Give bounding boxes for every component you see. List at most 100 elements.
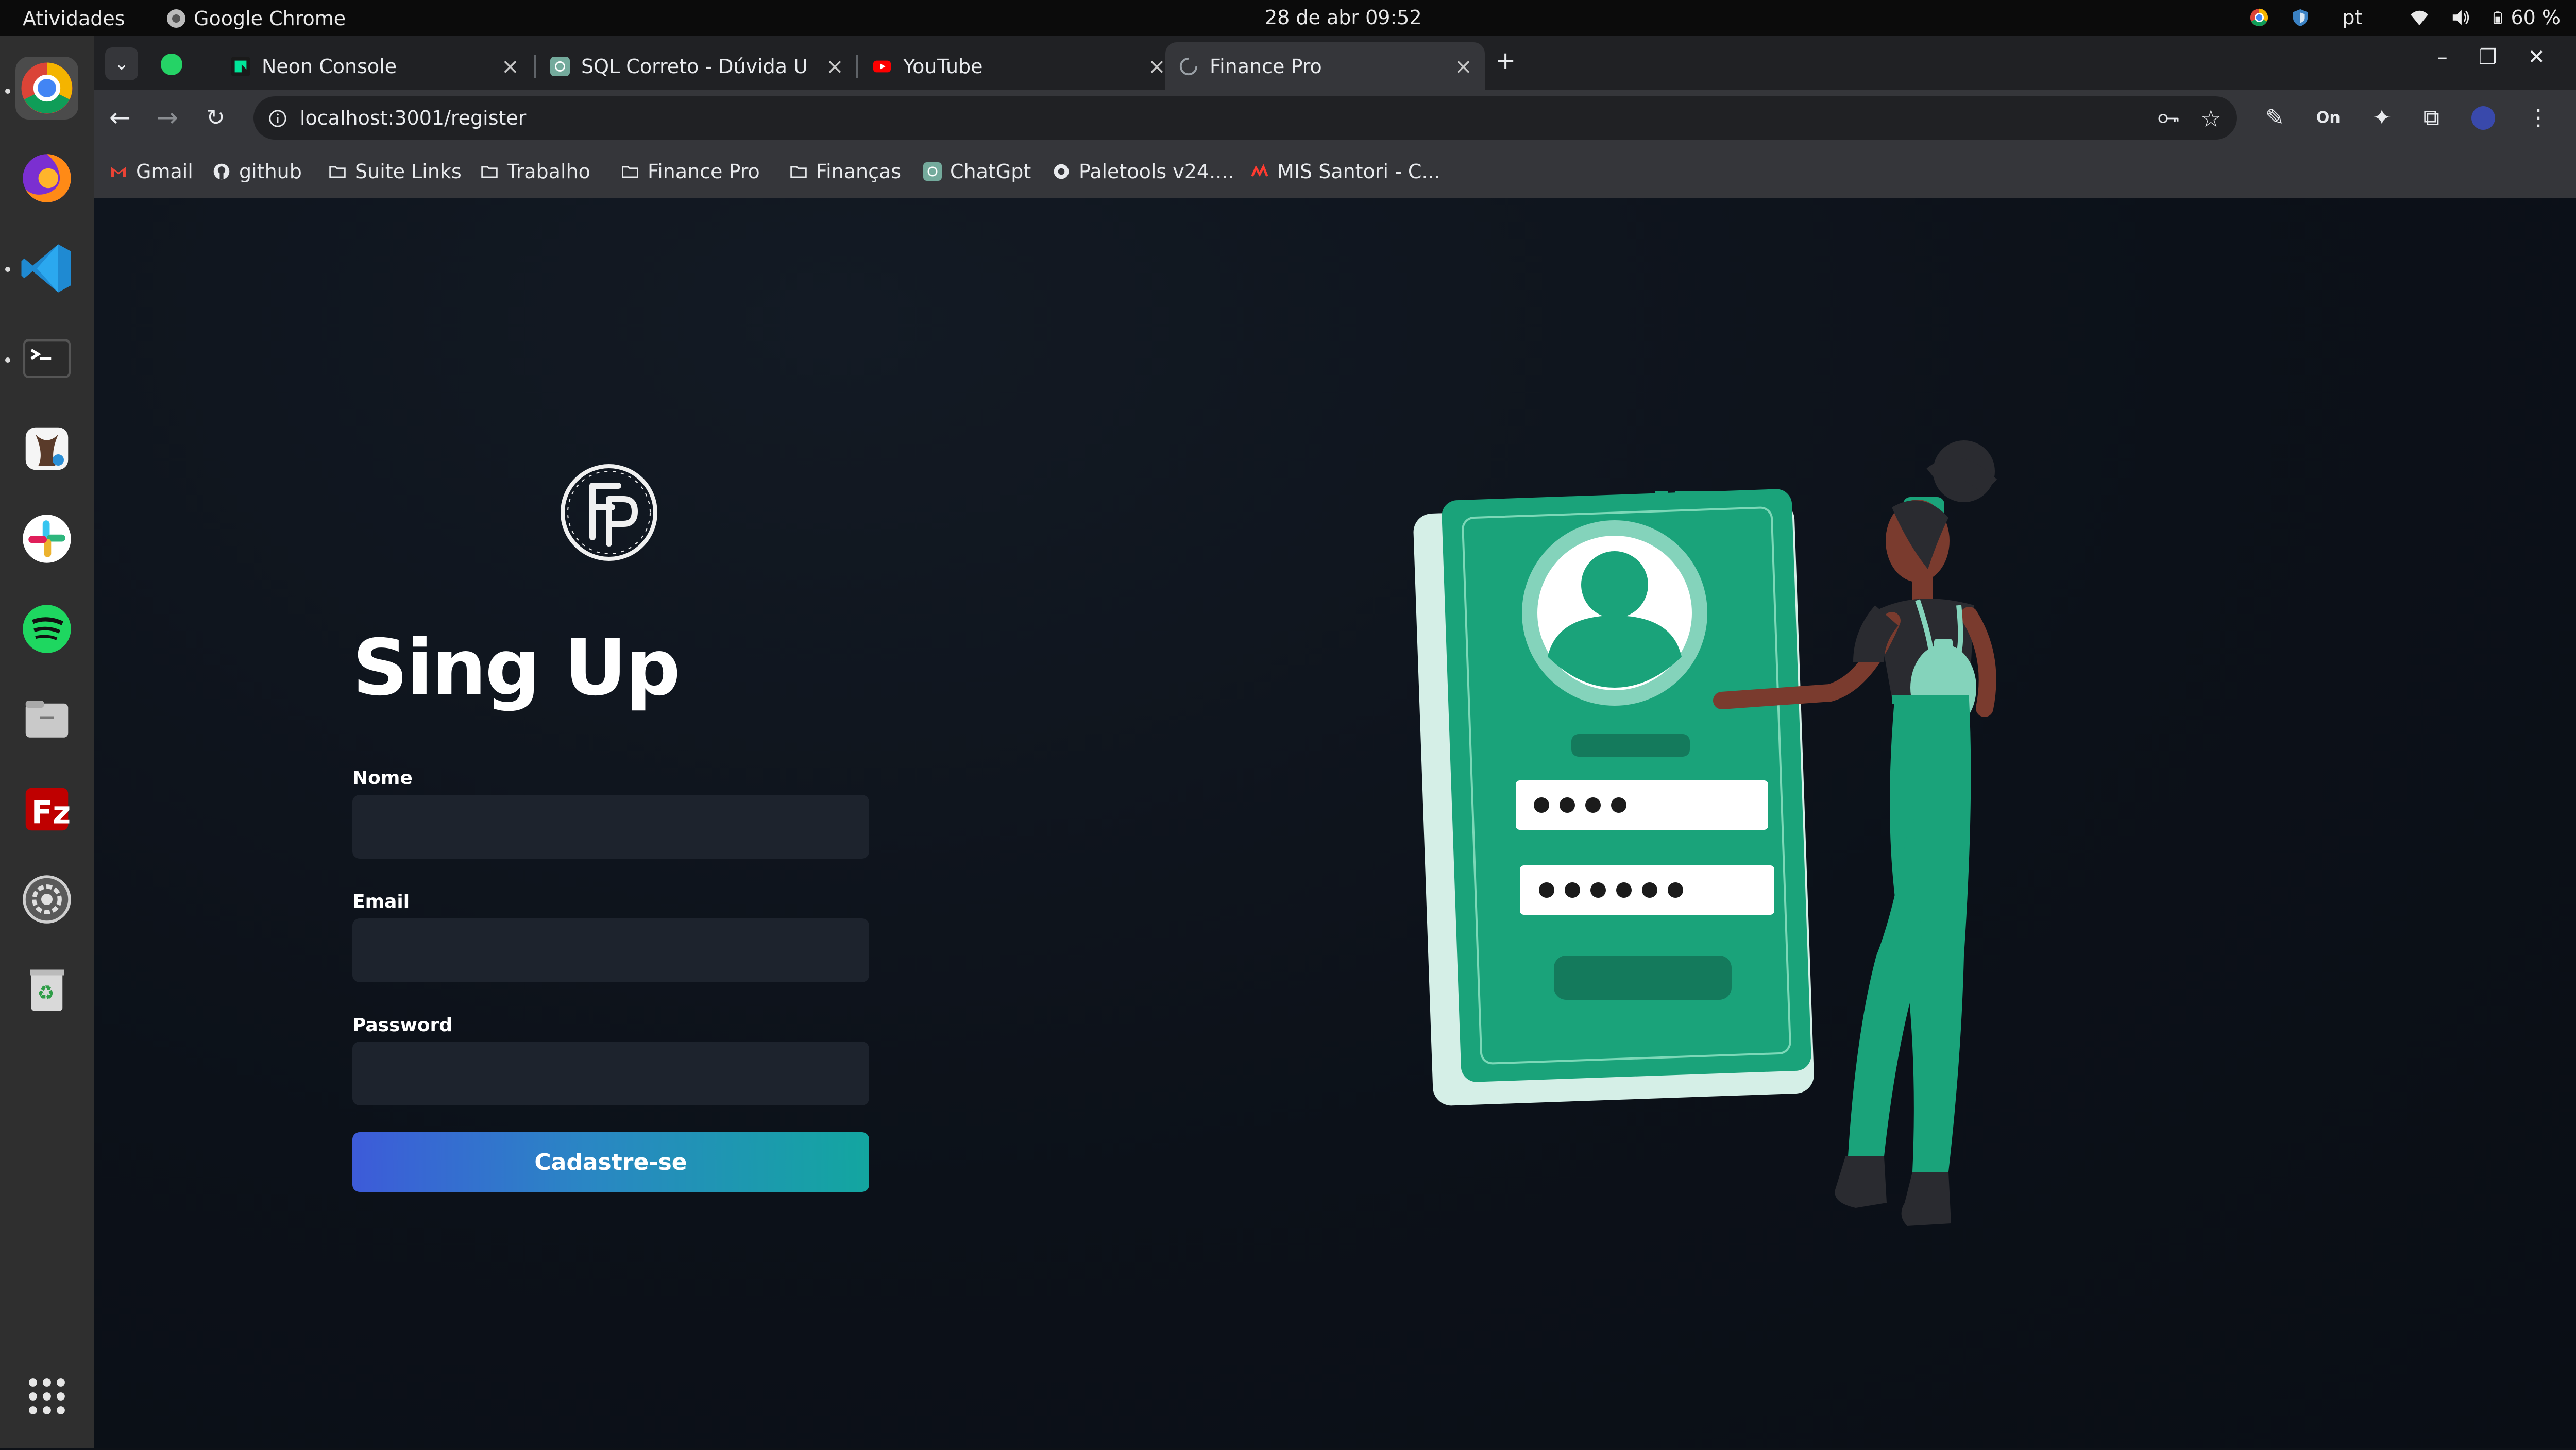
- filezilla-icon: Fz: [25, 788, 71, 831]
- vscode-icon: [21, 244, 71, 293]
- restore-icon[interactable]: ❐: [2479, 45, 2497, 69]
- tab-strip: ⌄ Neon Console × SQL Correto - Dúvida Us…: [94, 36, 2576, 90]
- beekeeper-icon: [25, 427, 69, 470]
- close-tab-icon[interactable]: ×: [501, 54, 519, 79]
- dock-trash[interactable]: ♻: [15, 958, 78, 1021]
- system-top-bar: Atividades Google Chrome 28 de abr 09:52…: [0, 0, 2576, 36]
- tab-title: YouTube: [903, 55, 983, 78]
- chrome-icon: [21, 62, 73, 114]
- page-title: Sing Up: [352, 623, 681, 713]
- chatgpt-icon: [550, 56, 570, 76]
- url-text: localhost:3001/register: [300, 107, 527, 129]
- tab-title: Neon Console: [262, 55, 397, 78]
- battery-percent: 60 %: [2511, 6, 2561, 29]
- bookmark-mis-santori[interactable]: MIS Santori - C...: [1250, 160, 1440, 183]
- whatsapp-pinned-tab-icon[interactable]: [161, 54, 182, 75]
- slack-icon: [23, 515, 71, 563]
- email-input[interactable]: [352, 918, 869, 982]
- svg-text:Fz: Fz: [31, 795, 71, 831]
- address-bar[interactable]: localhost:3001/register ☆: [253, 96, 2237, 140]
- forward-icon[interactable]: →: [157, 103, 178, 132]
- password-input[interactable]: [352, 1042, 869, 1105]
- dock-terminal[interactable]: [15, 327, 78, 390]
- browser-toolbar: ← → ↻ localhost:3001/register ☆ ✎ On ✦ ⧉…: [94, 90, 2576, 147]
- back-icon[interactable]: ←: [109, 103, 131, 132]
- bookmark-paletools[interactable]: Paletools v24....: [1052, 160, 1234, 183]
- close-tab-icon[interactable]: ×: [1148, 54, 1166, 79]
- dock: Fz ♻: [0, 36, 94, 1448]
- name-label: Nome: [352, 767, 413, 789]
- trash-icon: ♻: [30, 969, 64, 1011]
- email-label: Email: [352, 891, 410, 912]
- profile-avatar[interactable]: [2471, 106, 2496, 130]
- close-tab-icon[interactable]: ×: [826, 54, 844, 79]
- dock-files[interactable]: [15, 688, 78, 750]
- folder-icon: [622, 166, 638, 178]
- password-key-icon[interactable]: [2157, 109, 2180, 128]
- new-tab-button[interactable]: +: [1495, 46, 1516, 75]
- password-label: Password: [352, 1015, 453, 1036]
- tab-finance-pro[interactable]: Finance Pro ×: [1165, 42, 1485, 90]
- extensions-puzzle-icon[interactable]: ⧉: [2424, 105, 2439, 131]
- bookmark-github[interactable]: github: [212, 160, 302, 183]
- app-grid-icon: [29, 1378, 65, 1414]
- bookmark-star-icon[interactable]: ☆: [2200, 105, 2222, 132]
- bookmark-finance-pro[interactable]: Finance Pro: [621, 160, 760, 183]
- chrome-tray-icon[interactable]: [2249, 8, 2269, 27]
- wifi-icon[interactable]: [2410, 8, 2429, 27]
- firefox-icon: [23, 154, 71, 202]
- folder-icon: [481, 166, 498, 178]
- dock-slack[interactable]: [15, 507, 78, 570]
- tab-youtube[interactable]: YouTube ×: [859, 42, 1178, 90]
- youtube-icon: [873, 60, 891, 72]
- dock-spotify[interactable]: [15, 598, 78, 660]
- bookmark-trabalho[interactable]: Trabalho: [480, 160, 590, 183]
- mis-santori-icon: [1251, 164, 1268, 177]
- color-picker-extension-icon[interactable]: ✎: [2265, 105, 2284, 131]
- battery-icon: [2494, 11, 2502, 24]
- clock[interactable]: 28 de abr 09:52: [1265, 6, 1422, 29]
- reload-icon[interactable]: ↻: [206, 105, 225, 131]
- language-indicator[interactable]: pt: [2342, 6, 2362, 29]
- dock-chrome[interactable]: [15, 57, 78, 120]
- app-name-label: Google Chrome: [194, 7, 346, 30]
- dock-app-grid[interactable]: [15, 1365, 78, 1428]
- bookmarks-bar: Gmail github Suite Links Trabalho Financ…: [94, 147, 2576, 198]
- tab-title: SQL Correto - Dúvida Us: [581, 55, 808, 78]
- tab-neon-console[interactable]: Neon Console ×: [217, 42, 532, 90]
- signup-illustration: [1413, 440, 1997, 1226]
- activities-button[interactable]: Atividades: [23, 7, 125, 30]
- app-menu[interactable]: Google Chrome: [166, 7, 346, 30]
- volume-icon[interactable]: [2451, 8, 2470, 27]
- close-tab-icon[interactable]: ×: [1454, 54, 1472, 79]
- bookmark-chatgpt[interactable]: ChatGpt: [923, 160, 1031, 183]
- dock-settings[interactable]: [15, 868, 78, 931]
- files-icon: [25, 701, 69, 738]
- paletools-icon: [1054, 164, 1069, 179]
- extension-icon[interactable]: ✦: [2372, 105, 2392, 131]
- dock-vscode[interactable]: [15, 237, 78, 300]
- tab-sql-correto[interactable]: SQL Correto - Dúvida Us ×: [537, 42, 856, 90]
- shield-icon[interactable]: [2291, 8, 2310, 27]
- browser-menu-icon[interactable]: ⋮: [2527, 105, 2550, 131]
- gmail-icon: [111, 167, 126, 177]
- dock-firefox[interactable]: [15, 147, 78, 210]
- register-page: Sing Up Nome Email Password Cadastre-se: [94, 198, 2576, 1448]
- bookmark-suite-links[interactable]: Suite Links: [328, 160, 462, 183]
- tab-search-button[interactable]: ⌄: [105, 47, 138, 80]
- name-input[interactable]: [352, 795, 869, 859]
- dock-filezilla[interactable]: Fz: [15, 778, 78, 841]
- minimize-icon[interactable]: –: [2437, 45, 2448, 69]
- loading-spinner-icon: [1179, 57, 1198, 75]
- bookmark-gmail[interactable]: Gmail: [109, 160, 193, 183]
- dock-beekeeper[interactable]: [15, 417, 78, 480]
- battery-indicator[interactable]: 60 %: [2492, 6, 2561, 29]
- bookmark-financas[interactable]: Finanças: [789, 160, 901, 183]
- on-extension-icon[interactable]: On: [2316, 109, 2341, 127]
- system-tray[interactable]: pt 60 %: [2249, 6, 2561, 29]
- chatgpt-icon: [923, 162, 942, 181]
- register-button[interactable]: Cadastre-se: [352, 1132, 869, 1192]
- neon-icon: [231, 56, 250, 76]
- close-window-icon[interactable]: ✕: [2528, 45, 2545, 69]
- site-info-icon[interactable]: [268, 109, 287, 128]
